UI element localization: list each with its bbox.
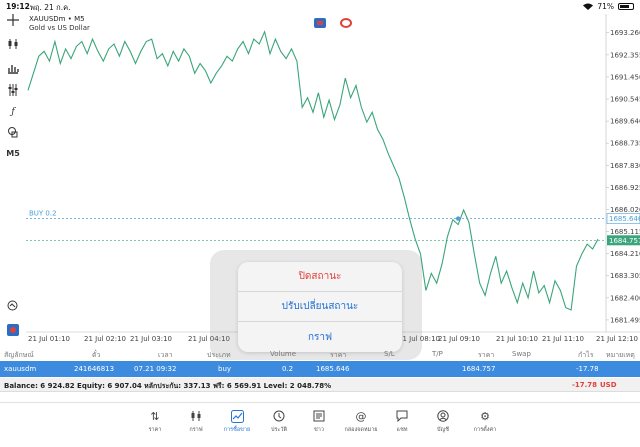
nav-news-label: ข่าว [314, 427, 324, 433]
row-type: buy [218, 365, 232, 373]
buy-price-text: 1685.646 [609, 215, 640, 223]
nav-history[interactable]: ประวัติ [259, 409, 299, 439]
price-tick-label: 1687.830 [610, 162, 640, 170]
balance-text: Balance: 6 924.82 Equity: 6 907.04 หลักป… [4, 382, 332, 390]
nav-account-label: บัญชี [437, 427, 449, 433]
nav-quotes-label: ราคา [148, 427, 162, 433]
balance-row: Balance: 6 924.82 Equity: 6 907.04 หลักป… [0, 378, 640, 392]
nav-mailbox[interactable]: @ กล่องจดหมาย [341, 409, 381, 439]
row-open-price: 1685.646 [316, 365, 350, 373]
status-right: 71% [583, 2, 634, 11]
price-tick-label: 1688.735 [610, 140, 640, 148]
col-ticket: ตั๋ว [92, 351, 101, 359]
nav-settings[interactable]: ⚙ การตั้งค่า [465, 409, 505, 439]
chart-icon [189, 409, 203, 423]
nav-quotes[interactable]: ⇅ ราคา [135, 409, 175, 439]
time-tick-label: 21 Jul 09:10 [438, 335, 480, 343]
zoom-icon[interactable] [6, 300, 20, 312]
timeframe-button[interactable]: M5 [6, 147, 20, 159]
nav-chart-label: กราฟ [189, 427, 203, 433]
col-type: ประเภท [207, 351, 231, 359]
row-profit: -17.78 [576, 365, 599, 373]
col-swap: Swap [512, 350, 531, 358]
col-price: ราคา [330, 351, 347, 359]
row-ticket: 241646813 [74, 365, 115, 373]
col-profit: กำไร [578, 351, 594, 359]
indicators-icon[interactable] [6, 84, 20, 96]
price-tick-label: 1691.450 [610, 73, 640, 81]
price-tick-label: 1693.260 [610, 29, 640, 37]
nav-chat-label: แชท [396, 427, 408, 433]
news-icon [312, 409, 326, 423]
col-current-price: ราคา [478, 351, 495, 359]
time-tick-label: 21 Jul 03:10 [130, 335, 172, 343]
position-menu: ปิดสถานะ ปรับเปลี่ยนสถานะ กราฟ [238, 262, 402, 352]
price-tick-label: 1686.925 [610, 184, 640, 192]
broker-logo-icon [6, 324, 20, 336]
battery-percent: 71% [597, 2, 614, 11]
objects-icon[interactable] [6, 126, 20, 138]
chart-toolbar: ƒ M5 [0, 14, 26, 344]
status-time: 19:12 [6, 2, 30, 11]
nav-news[interactable]: ข่าว [299, 409, 339, 439]
nav-history-label: ประวัติ [270, 427, 288, 433]
row-symbol: xauusdm [4, 365, 37, 373]
candlestick-icon[interactable] [6, 38, 20, 50]
col-sl: S/L [384, 350, 395, 358]
time-tick-label: 21 Jul 11:10 [542, 335, 584, 343]
bottom-nav: ⇅ ราคา กราฟ การซื้อขาย ประวัติ ข่าว @ กล… [0, 402, 640, 447]
nav-chart[interactable]: กราฟ [176, 409, 216, 439]
price-tick-label: 1690.545 [610, 96, 640, 104]
price-tick-label: 1684.210 [610, 250, 640, 258]
time-tick-label: 21 Jul 01:10 [28, 335, 70, 343]
price-tick-label: 1686.020 [610, 206, 640, 214]
nav-chat[interactable]: แชท [382, 409, 422, 439]
row-current-price: 1684.757 [462, 365, 496, 373]
table-row[interactable]: xauusdm 241646813 07.21 09:32 buy 0.2 16… [0, 361, 640, 377]
wifi-icon [583, 3, 594, 10]
row-volume: 0.2 [282, 365, 294, 373]
total-profit: -17.78 [572, 381, 598, 389]
mailbox-icon: @ [355, 409, 367, 423]
trade-icon [230, 409, 244, 423]
time-tick-label: 21 Jul 02:10 [84, 335, 126, 343]
bid-price-text: 1684.757 [609, 237, 640, 245]
price-tick-label: 1683.305 [610, 272, 640, 280]
battery-icon [618, 3, 634, 10]
crosshair-icon[interactable] [6, 14, 20, 26]
price-tick-label: 1685.115 [610, 228, 640, 236]
chat-icon [395, 409, 409, 423]
col-volume: Volume [270, 350, 297, 358]
price-tick-label: 1681.495 [610, 316, 640, 324]
col-symbol: สัญลักษณ์ [4, 351, 34, 359]
buy-order-label: BUY 0.2 [29, 210, 57, 218]
account-currency: USD [600, 381, 617, 389]
status-bar: 19:12 พฤ. 21 ก.ค. 71% [0, 0, 640, 14]
nav-settings-label: การตั้งค่า [473, 427, 497, 433]
price-tick-label: 1689.640 [610, 118, 640, 126]
col-tp: T/P [432, 350, 443, 358]
modify-position-button[interactable]: ปรับเปลี่ยนสถานะ [238, 292, 402, 322]
time-tick-label: 21 Jul 12:10 [596, 335, 638, 343]
close-position-button[interactable]: ปิดสถานะ [238, 262, 402, 292]
status-date: พฤ. 21 ก.ค. [30, 3, 71, 12]
nav-trade[interactable]: การซื้อขาย [217, 409, 257, 439]
nav-mailbox-label: กล่องจดหมาย [344, 427, 378, 433]
col-time: เวลา [158, 351, 173, 359]
row-time: 07.21 09:32 [134, 365, 177, 373]
nav-account[interactable]: บัญชี [423, 409, 463, 439]
account-icon [436, 409, 450, 423]
settings-icon: ⚙ [480, 409, 490, 423]
history-icon [272, 409, 286, 423]
function-icon[interactable]: ƒ [6, 106, 20, 118]
col-comment: หมายเหตุ [606, 351, 635, 359]
price-tick-label: 1682.400 [610, 294, 640, 302]
entry-marker [455, 216, 461, 221]
trade-table-header: สัญลักษณ์ ตั๋ว เวลา ประเภท Volume ราคา S… [0, 348, 640, 360]
price-tick-label: 1692.355 [610, 51, 640, 59]
bars-icon[interactable] [6, 62, 20, 74]
time-tick-label: 21 Jul 10:10 [496, 335, 538, 343]
nav-trade-label: การซื้อขาย [223, 427, 251, 433]
quotes-icon: ⇅ [150, 409, 160, 423]
